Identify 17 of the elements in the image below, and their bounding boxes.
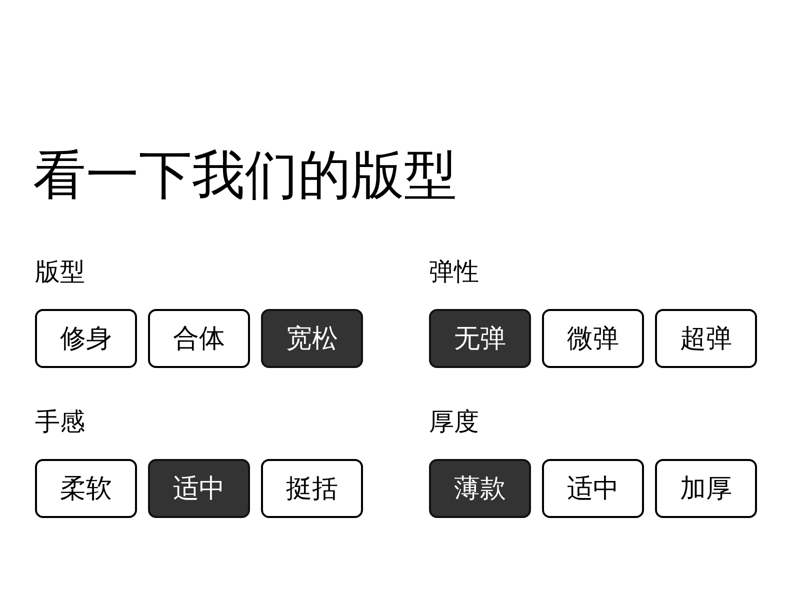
option-button[interactable]: 合体: [148, 309, 250, 368]
option-button[interactable]: 修身: [35, 309, 137, 368]
page-title: 看一下我们的版型: [33, 146, 458, 206]
option-button[interactable]: 宽松: [261, 309, 363, 368]
option-button[interactable]: 挺括: [261, 459, 363, 518]
group-label: 手感: [35, 407, 86, 437]
group-label: 版型: [35, 257, 86, 287]
option-button[interactable]: 微弹: [542, 309, 644, 368]
option-button[interactable]: 薄款: [429, 459, 531, 518]
option-button[interactable]: 无弹: [429, 309, 531, 368]
option-button[interactable]: 适中: [148, 459, 250, 518]
option-button[interactable]: 适中: [542, 459, 644, 518]
option-button[interactable]: 柔软: [35, 459, 137, 518]
option-button[interactable]: 加厚: [655, 459, 757, 518]
option-button[interactable]: 超弹: [655, 309, 757, 368]
group-label: 弹性: [429, 257, 480, 287]
group-label: 厚度: [429, 407, 480, 437]
